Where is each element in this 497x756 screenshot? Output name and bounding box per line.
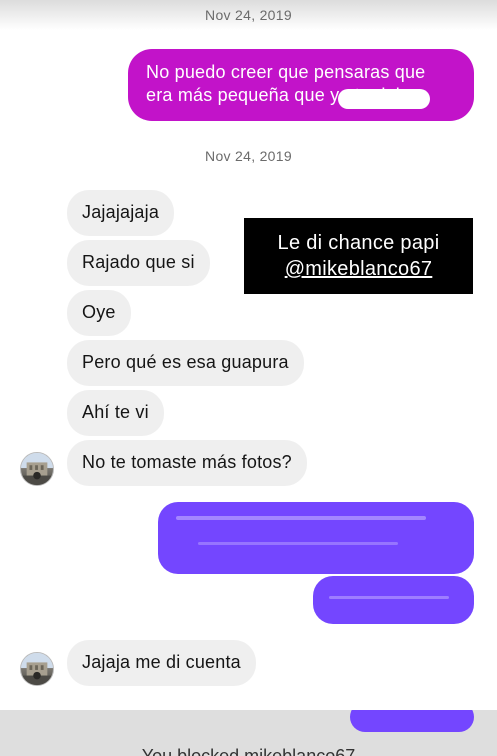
message-text: No te tomaste más fotos? — [82, 452, 292, 472]
avatar-icon — [21, 653, 53, 685]
contact-avatar[interactable] — [20, 452, 54, 486]
received-message-bubble[interactable]: No te tomaste más fotos? — [67, 440, 307, 486]
received-message-bubble[interactable]: Oye — [67, 290, 131, 336]
redaction-scribble — [329, 596, 449, 599]
sent-message-bubble[interactable]: No puedo creer que pensaras que era más … — [128, 49, 474, 121]
story-text-sticker: Le di chance papi @mikeblanco67 — [244, 218, 473, 294]
received-message-bubble[interactable]: Ahí te vi — [67, 390, 164, 436]
received-message-bubble[interactable]: Pero qué es esa guapura — [67, 340, 304, 386]
redaction-scribble — [176, 516, 426, 520]
sent-redacted-message-bubble[interactable] — [158, 502, 474, 574]
message-text: Jajajajaja — [82, 202, 160, 222]
contact-avatar[interactable] — [20, 652, 54, 686]
message-text: Ahí te vi — [82, 402, 149, 422]
date-divider: Nov 24, 2019 — [205, 7, 292, 23]
sticker-handle-link[interactable]: @mikeblanco67 — [244, 256, 473, 282]
message-text: Oye — [82, 302, 116, 322]
avatar-icon — [21, 453, 53, 485]
sticker-caption: Le di chance papi — [277, 232, 440, 254]
received-message-bubble[interactable]: Jajaja me di cuenta — [67, 640, 256, 686]
date-divider: Nov 24, 2019 — [205, 148, 292, 164]
redaction-scribble — [338, 89, 430, 109]
blocked-notice-text: You blocked mikeblanco67 — [141, 746, 356, 756]
blocked-notice-bar: You blocked mikeblanco67 — [0, 710, 497, 756]
message-text: Pero qué es esa guapura — [82, 352, 289, 372]
received-message-bubble[interactable]: Jajajajaja — [67, 190, 175, 236]
redaction-scribble — [198, 542, 398, 545]
message-text: Rajado que si — [82, 252, 195, 272]
received-message-bubble[interactable]: Rajado que si — [67, 240, 210, 286]
message-text: Jajaja me di cuenta — [82, 652, 241, 672]
sent-redacted-message-bubble[interactable] — [313, 576, 474, 624]
sent-message-bubble-partial[interactable] — [350, 710, 474, 732]
